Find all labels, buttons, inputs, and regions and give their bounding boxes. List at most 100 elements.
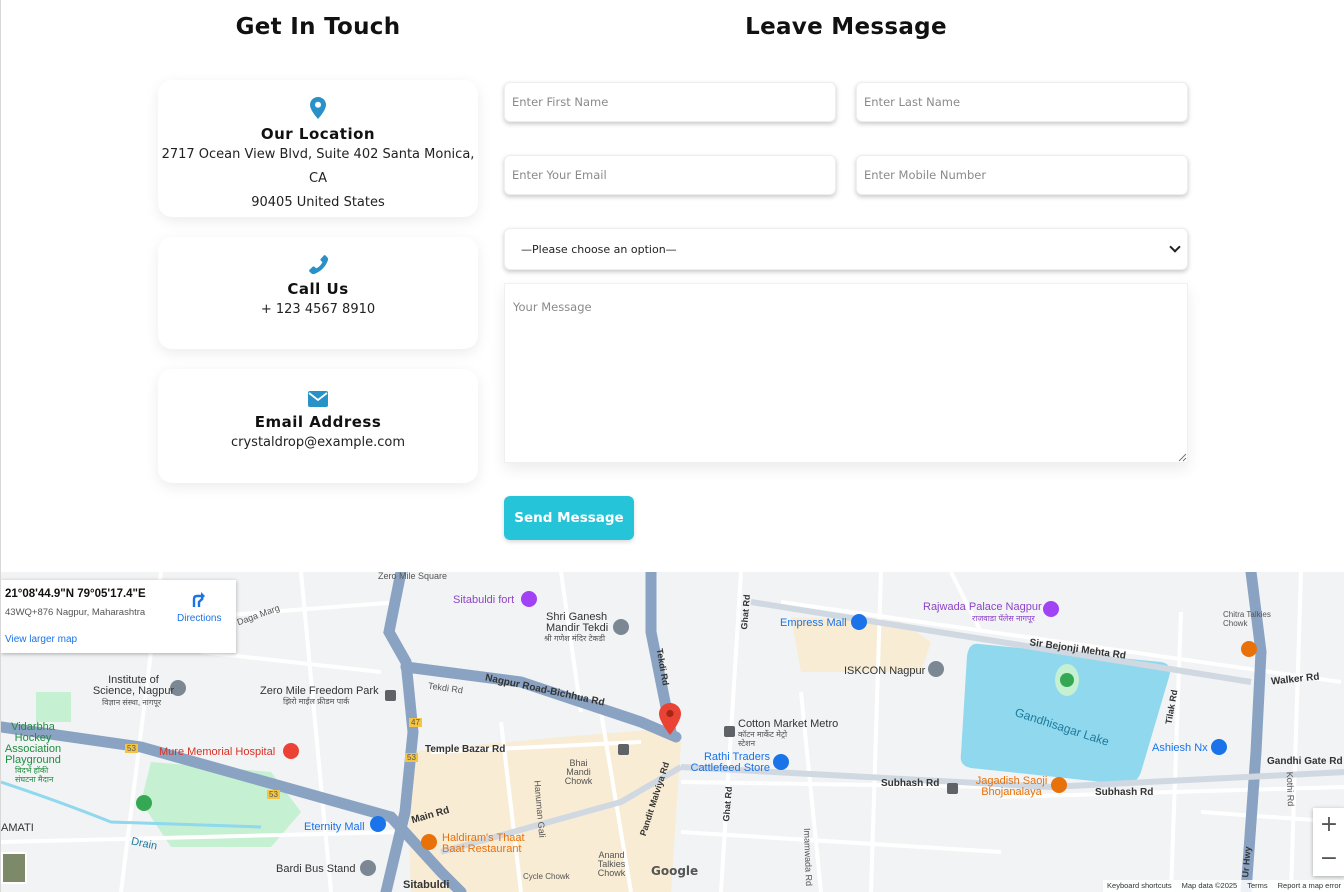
send-message-button[interactable]: Send Message bbox=[504, 496, 634, 540]
route-badge: 47 bbox=[409, 718, 422, 727]
report-error-link[interactable]: Report a map error bbox=[1278, 880, 1341, 892]
envelope-icon bbox=[308, 391, 328, 407]
haldiram-icon bbox=[421, 834, 437, 850]
empress-mall-icon bbox=[851, 614, 867, 630]
phone-icon bbox=[309, 255, 328, 274]
map-label: Imamwada Rd bbox=[802, 827, 815, 887]
route-badge: 53 bbox=[125, 744, 138, 753]
bus-icon bbox=[618, 744, 629, 755]
sitabuldi-fort-icon bbox=[521, 591, 537, 607]
location-line-2: 90405 United States bbox=[251, 195, 385, 210]
map-label: Shri Ganesh Mandir Tekdi bbox=[546, 611, 609, 634]
directions-link[interactable]: Directions bbox=[177, 613, 221, 624]
jagadish-icon bbox=[1051, 777, 1067, 793]
option-select-value: —Please choose an option— bbox=[521, 242, 677, 256]
email-input[interactable] bbox=[504, 155, 836, 195]
map-label: Bardi Bus Stand bbox=[276, 863, 356, 875]
rajwada-icon bbox=[1043, 601, 1059, 617]
last-name-input[interactable] bbox=[856, 82, 1188, 122]
map-label: Jagadish Saoji Bhojanalaya bbox=[975, 775, 1048, 798]
map-label: राजवाडा पॅलेस नागपूर bbox=[972, 614, 1035, 623]
leave-message-heading: Leave Message bbox=[745, 14, 947, 40]
map-label: Sitabuldi bbox=[403, 879, 450, 891]
call-title: Call Us bbox=[287, 280, 349, 298]
chitra-icon bbox=[1241, 641, 1257, 657]
map-marker-icon bbox=[310, 97, 326, 119]
map-label: AMATI bbox=[1, 822, 34, 834]
map-label: Zero Mile Square bbox=[378, 572, 448, 581]
email-card: Email Address crystaldrop@example.com bbox=[158, 369, 478, 483]
map-label: झिरो माईल फ्रीडम पार्क bbox=[283, 697, 350, 706]
map-label: Mure Memorial Hospital bbox=[159, 746, 276, 758]
directions-icon[interactable] bbox=[191, 590, 207, 608]
map-label: Cotton Market Metro bbox=[738, 718, 839, 730]
map-label: Empress Mall bbox=[780, 617, 847, 629]
bus-icon-2 bbox=[947, 783, 958, 794]
map-label: Sitabuldi fort bbox=[453, 594, 515, 606]
map-label: ISKCON Nagpur bbox=[844, 665, 926, 677]
satellite-toggle[interactable] bbox=[1, 852, 27, 884]
email-address: crystaldrop@example.com bbox=[230, 435, 405, 450]
map-label: कॉटन मार्केट मेट्रो स्टेशन bbox=[738, 730, 788, 748]
route-badge: 53 bbox=[405, 753, 418, 762]
park-icon bbox=[136, 795, 152, 811]
map-label: विदर्भ हॉकी संघटना मैदान bbox=[15, 766, 54, 784]
view-larger-map-link[interactable]: View larger map bbox=[5, 634, 77, 645]
map-label: Cycle Chowk bbox=[523, 872, 570, 881]
map-data-text: Map data ©2025 bbox=[1181, 881, 1238, 890]
island-icon bbox=[1060, 673, 1074, 687]
map-label: Haldiram's Thaat Baat Restaurant bbox=[442, 832, 525, 855]
map-label: विज्ञान संस्था, नागपूर bbox=[102, 698, 162, 707]
map-embed[interactable]: Sitabuldi fort Zero Mile Square Shri Gan… bbox=[1, 572, 1344, 892]
keyboard-shortcuts-link[interactable]: Keyboard shortcuts bbox=[1107, 880, 1172, 892]
resize-handle-icon[interactable] bbox=[1178, 453, 1187, 462]
map-label: Ashiesh Nx bbox=[1152, 742, 1208, 754]
metro-icon-1 bbox=[385, 690, 396, 701]
email-title: Email Address bbox=[254, 413, 382, 431]
map-park-2 bbox=[36, 692, 71, 722]
get-in-touch-heading: Get In Touch bbox=[235, 14, 401, 40]
map-label: Chitra Talkies Chowk bbox=[1223, 610, 1271, 628]
map-label: Kothi Rd bbox=[1284, 771, 1296, 807]
hospital-icon bbox=[283, 743, 299, 759]
ashiesh-icon bbox=[1211, 739, 1227, 755]
map-coordinates: 21°08'44.9"N 79°05'17.4"E bbox=[5, 588, 146, 600]
map-label: Anand Talkies Chowk bbox=[597, 850, 626, 878]
terms-link[interactable]: Terms bbox=[1247, 880, 1267, 892]
mobile-input[interactable] bbox=[856, 155, 1188, 195]
map-label: Eternity Mall bbox=[304, 821, 365, 833]
message-textarea[interactable] bbox=[504, 283, 1188, 463]
call-number: + 123 4567 8910 bbox=[260, 302, 376, 317]
map-footer: Keyboard shortcuts Map data ©2025 Terms … bbox=[1103, 880, 1344, 892]
map-address: 43WQ+876 Nagpur, Maharashtra bbox=[5, 607, 146, 618]
map-label: Vidarbha Hockey Association Playground bbox=[4, 721, 62, 766]
map-info-card: 21°08'44.9"N 79°05'17.4"E 43WQ+876 Nagpu… bbox=[1, 580, 236, 653]
eternity-icon bbox=[370, 816, 386, 832]
map-label: Institute of Science, Nagpur bbox=[92, 674, 175, 697]
map-label: Gandhi Gate Rd bbox=[1267, 756, 1343, 767]
map-label: Subhash Rd bbox=[881, 778, 940, 789]
location-card: Our Location 2717 Ocean View Blvd, Suite… bbox=[158, 80, 478, 217]
map-label: श्री गणेश मंदिर टेकडी bbox=[544, 634, 606, 643]
option-select[interactable]: —Please choose an option— bbox=[504, 228, 1188, 270]
zoom-out-button[interactable]: − bbox=[1313, 842, 1344, 876]
chevron-down-icon bbox=[1169, 241, 1181, 253]
location-title: Our Location bbox=[260, 125, 376, 143]
iskcon-icon bbox=[928, 661, 944, 677]
map-label: Rathi Traders Cattlefeed Store bbox=[690, 751, 771, 774]
zoom-controls: + − bbox=[1313, 808, 1344, 876]
first-name-input[interactable] bbox=[504, 82, 836, 122]
location-line-1: 2717 Ocean View Blvd, Suite 402 Santa Mo… bbox=[161, 147, 475, 186]
contact-page: Get In Touch Leave Message Our Location … bbox=[0, 0, 1344, 892]
rathi-icon bbox=[773, 754, 789, 770]
zoom-in-button[interactable]: + bbox=[1313, 808, 1344, 842]
google-logo: Google bbox=[651, 864, 699, 878]
metro-icon-2 bbox=[724, 726, 735, 737]
map-label: Temple Bazar Rd bbox=[425, 744, 506, 755]
bardi-bus-icon bbox=[360, 860, 376, 876]
map-label: Rajwada Palace Nagpur bbox=[923, 601, 1042, 613]
route-badge: 53 bbox=[267, 790, 280, 799]
map-label: Bhai Mandi Chowk bbox=[564, 758, 593, 786]
call-card: Call Us + 123 4567 8910 bbox=[158, 237, 478, 349]
map-label: Subhash Rd bbox=[1095, 787, 1154, 798]
